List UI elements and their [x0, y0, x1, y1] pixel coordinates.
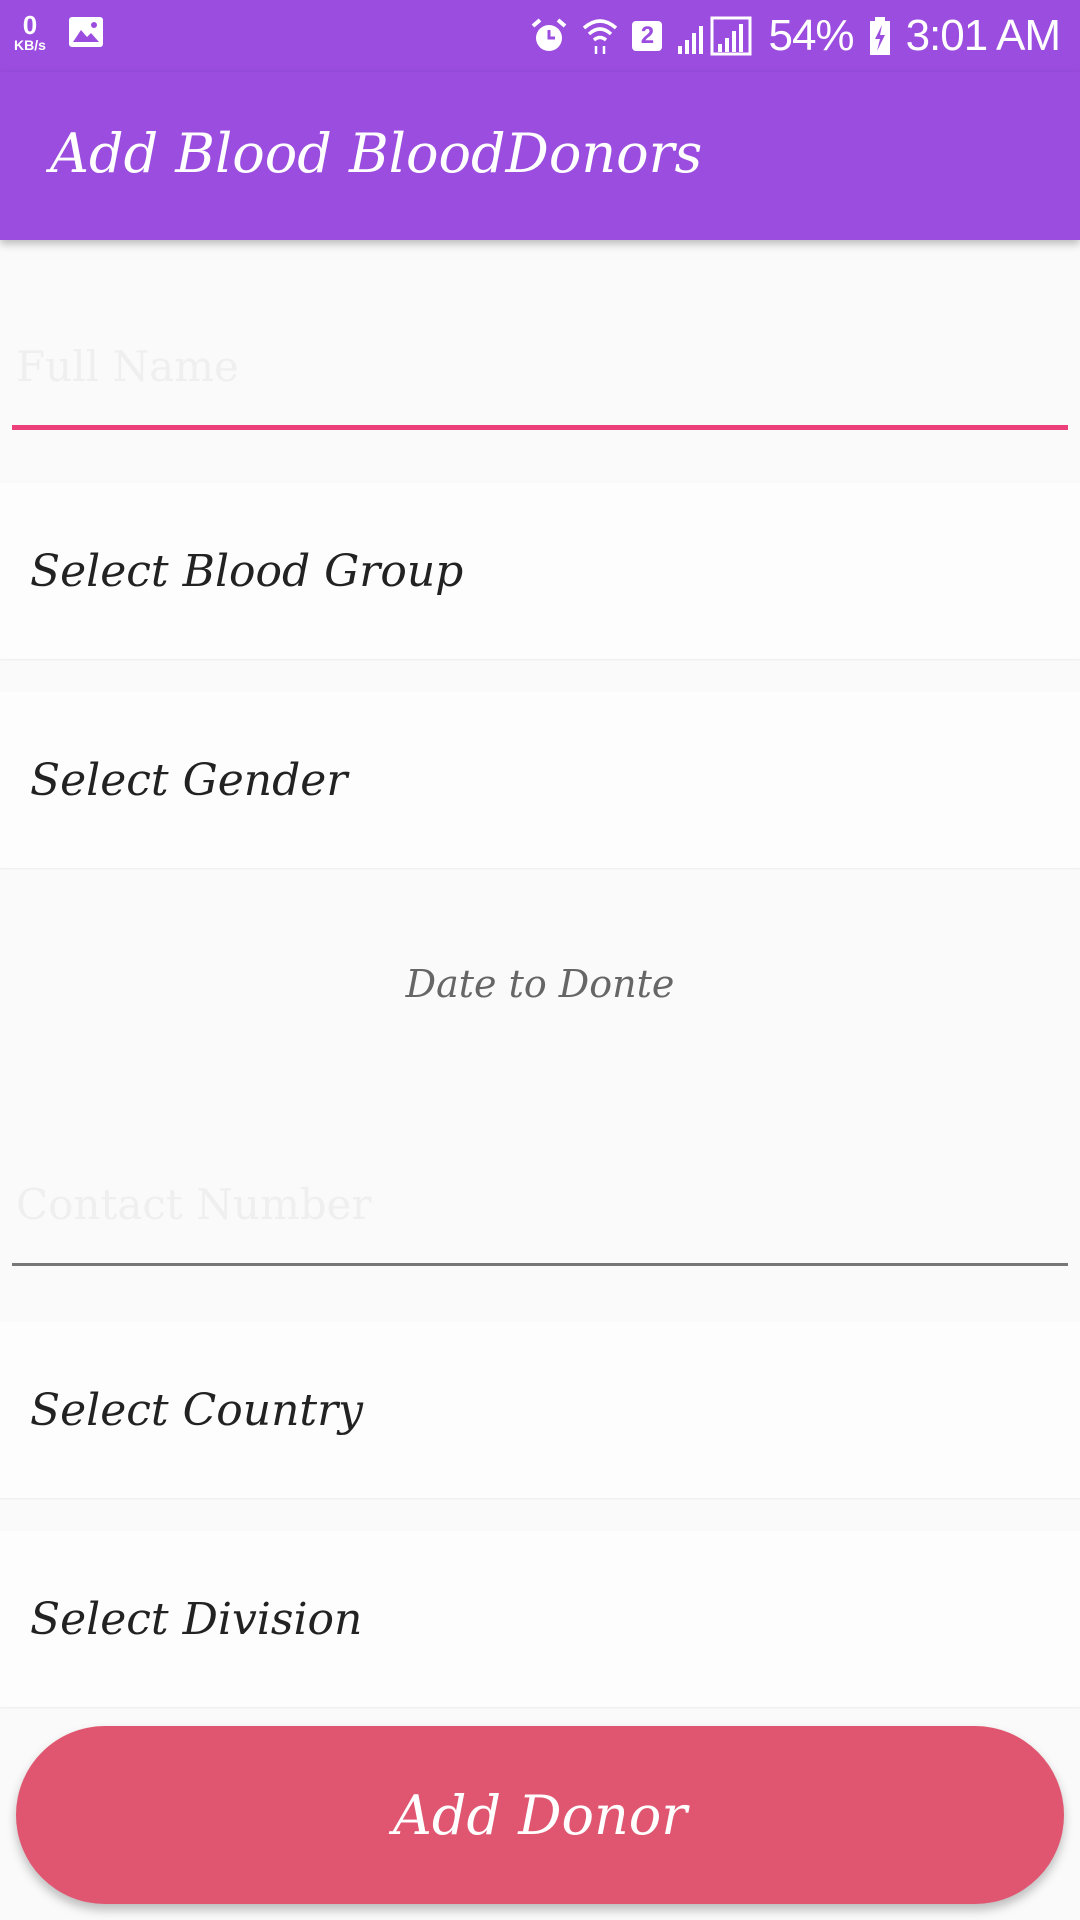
- contact-number-field[interactable]: [12, 1156, 1068, 1266]
- app-bar: Add Blood BloodDonors: [0, 72, 1080, 240]
- gender-spinner[interactable]: Select Gender: [0, 692, 1080, 868]
- blood-group-label: Select Blood Group: [30, 545, 464, 597]
- gallery-icon: [68, 17, 103, 47]
- full-name-underline: [12, 425, 1068, 430]
- battery-icon: [869, 17, 890, 55]
- country-label: Select Country: [30, 1384, 364, 1436]
- net-speed-value: 0: [22, 10, 38, 40]
- country-spinner[interactable]: Select Country: [0, 1322, 1080, 1498]
- sim-icon: 2: [632, 21, 663, 51]
- wifi-icon: [583, 19, 618, 54]
- full-name-field[interactable]: [12, 320, 1068, 430]
- net-speed-unit: KB/s: [14, 37, 46, 53]
- battery-percent: 54%: [768, 11, 854, 60]
- contact-number-underline: [12, 1263, 1068, 1266]
- division-label: Select Division: [30, 1593, 363, 1645]
- clock: 3:01 AM: [905, 11, 1061, 60]
- contact-number-input[interactable]: [12, 1168, 1068, 1240]
- signal-icon: [678, 16, 752, 56]
- division-spinner[interactable]: Select Division: [0, 1531, 1080, 1707]
- page-title: Add Blood BloodDonors: [50, 122, 703, 185]
- full-name-input[interactable]: [12, 330, 1068, 402]
- blood-group-spinner[interactable]: Select Blood Group: [0, 483, 1080, 659]
- date-to-donate-button[interactable]: Date to Donte: [0, 962, 1080, 1006]
- add-donor-button[interactable]: Add Donor: [16, 1726, 1064, 1904]
- gender-label: Select Gender: [30, 754, 348, 806]
- alarm-icon: [532, 18, 567, 51]
- net-speed: 0 KB/s: [14, 12, 46, 52]
- status-bar: 0 KB/s 2 54% 3:01 AM: [0, 0, 1080, 72]
